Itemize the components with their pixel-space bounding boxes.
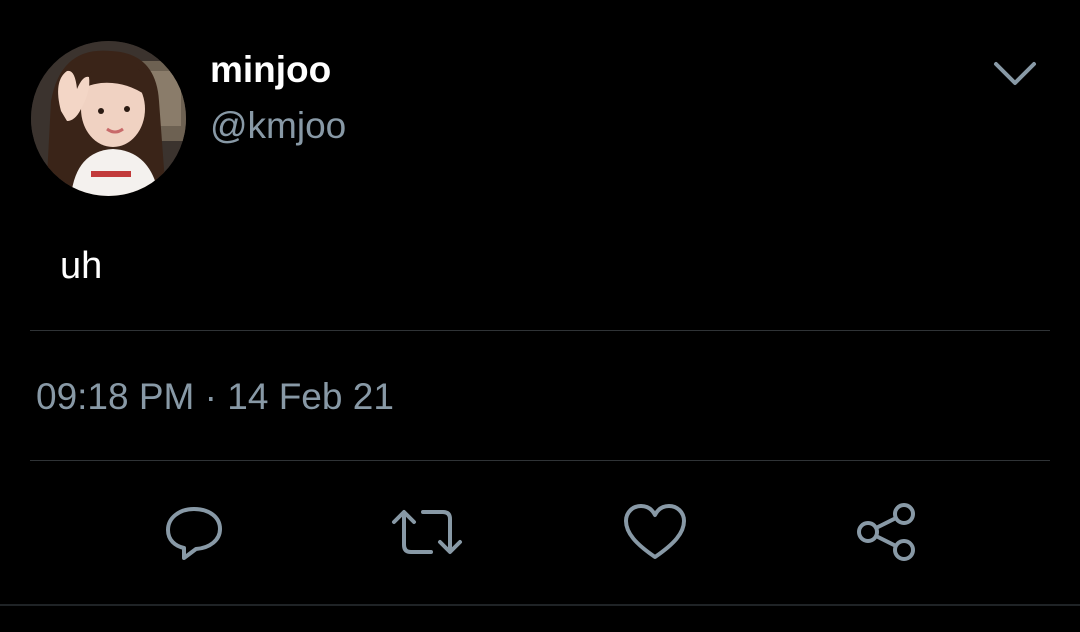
author-handle[interactable]: @kmjoo bbox=[210, 104, 346, 148]
like-button[interactable] bbox=[622, 500, 686, 564]
tweet-text: uh bbox=[60, 245, 103, 287]
avatar[interactable] bbox=[31, 41, 186, 196]
tweet-menu-button[interactable] bbox=[990, 56, 1040, 92]
timestamp-separator: · bbox=[204, 376, 217, 417]
heart-icon bbox=[624, 504, 686, 559]
divider bbox=[30, 460, 1050, 461]
tweet-time: 09:18 PM bbox=[36, 376, 195, 417]
tweet-timestamp[interactable]: 09:18 PM · 14 Feb 21 bbox=[36, 375, 394, 419]
tweet-date: 14 Feb 21 bbox=[227, 376, 394, 417]
divider bbox=[30, 330, 1050, 331]
share-icon bbox=[857, 503, 915, 561]
divider bbox=[0, 604, 1080, 606]
chevron-down-icon bbox=[994, 62, 1036, 85]
author-display-name[interactable]: minjoo bbox=[210, 48, 331, 92]
retweet-icon bbox=[392, 510, 462, 554]
reply-button[interactable] bbox=[162, 500, 226, 564]
retweet-button[interactable] bbox=[391, 500, 462, 564]
share-button[interactable] bbox=[852, 500, 916, 564]
avatar-photo bbox=[31, 41, 186, 196]
reply-icon bbox=[166, 507, 222, 560]
